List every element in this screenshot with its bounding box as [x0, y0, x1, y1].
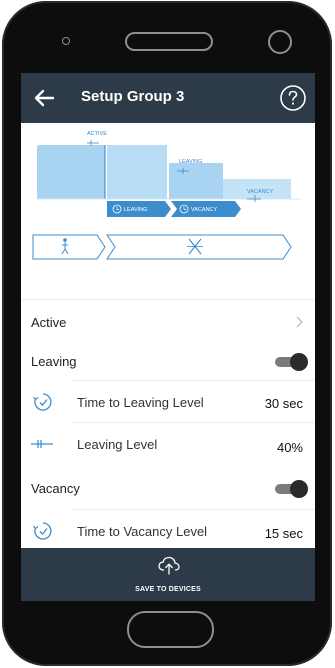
toggle-knob: [290, 480, 308, 498]
chevron-right-icon: [296, 316, 303, 328]
unoccupied-segment: [106, 234, 292, 260]
camera-dot-icon: [62, 37, 70, 45]
time-to-vacancy-row[interactable]: Time to Vacancy Level 15 sec: [21, 510, 315, 548]
page-title: Setup Group 3: [81, 88, 185, 105]
leaving-level-row[interactable]: Leaving Level 40%: [21, 423, 315, 465]
vacancy-row-label: Vacancy: [31, 481, 80, 496]
leaving-label: LEAVING: [179, 159, 202, 165]
leaving-row: Leaving: [21, 342, 315, 380]
active-row[interactable]: Active: [21, 300, 315, 340]
active-label: ACTIVE: [87, 131, 107, 137]
back-arrow-icon[interactable]: [31, 85, 57, 111]
timer-icon: [33, 393, 52, 411]
time-to-vacancy-label: Time to Vacancy Level: [77, 524, 208, 539]
occupied-segment: [32, 234, 106, 260]
toggle-knob: [290, 353, 308, 371]
active-row-label: Active: [31, 315, 67, 330]
save-to-devices-label: SAVE TO DEVICES: [135, 586, 201, 593]
speaker-grille: [125, 32, 213, 51]
help-circle-icon[interactable]: [279, 84, 307, 112]
vacancy-toggle[interactable]: [275, 480, 308, 498]
leaving-level-value: 40%: [276, 440, 303, 455]
time-to-leaving-label: Time to Leaving Level: [77, 395, 204, 410]
leaving-timer-chip: LEAVING: [107, 201, 171, 217]
active-level-block: [37, 145, 105, 199]
front-camera-icon: [268, 30, 292, 54]
occupancy-diagram: ACTIVE LEAVING VACANCY LEAVING VACANCY: [21, 123, 315, 298]
vacancy-timer-label: VACANCY: [191, 207, 218, 213]
timer-icon: [33, 522, 52, 540]
leaving-level-block: [169, 163, 223, 199]
app-screen: Setup Group 3 ACTIVE LEAVING VACANCY LEA…: [21, 73, 315, 601]
level-slider-icon: [31, 440, 53, 448]
time-to-leaving-value: 30 sec: [264, 396, 303, 411]
leaving-row-label: Leaving: [31, 354, 77, 369]
leaving-toggle[interactable]: [275, 353, 308, 371]
vacancy-label: VACANCY: [247, 189, 274, 195]
time-to-leaving-row[interactable]: Time to Leaving Level 30 sec: [21, 381, 315, 422]
app-bar: Setup Group 3: [21, 73, 315, 123]
home-button[interactable]: [127, 611, 214, 648]
save-to-devices-button[interactable]: SAVE TO DEVICES: [21, 548, 315, 601]
time-to-vacancy-value: 15 sec: [264, 526, 303, 541]
leaving-level-label: Leaving Level: [77, 437, 158, 452]
cloud-upload-icon: [158, 556, 180, 575]
active-level-block-2: [107, 145, 167, 199]
vacancy-row: Vacancy: [21, 469, 315, 509]
vacancy-timer-chip: VACANCY: [171, 201, 241, 217]
leaving-timer-label: LEAVING: [124, 207, 147, 213]
